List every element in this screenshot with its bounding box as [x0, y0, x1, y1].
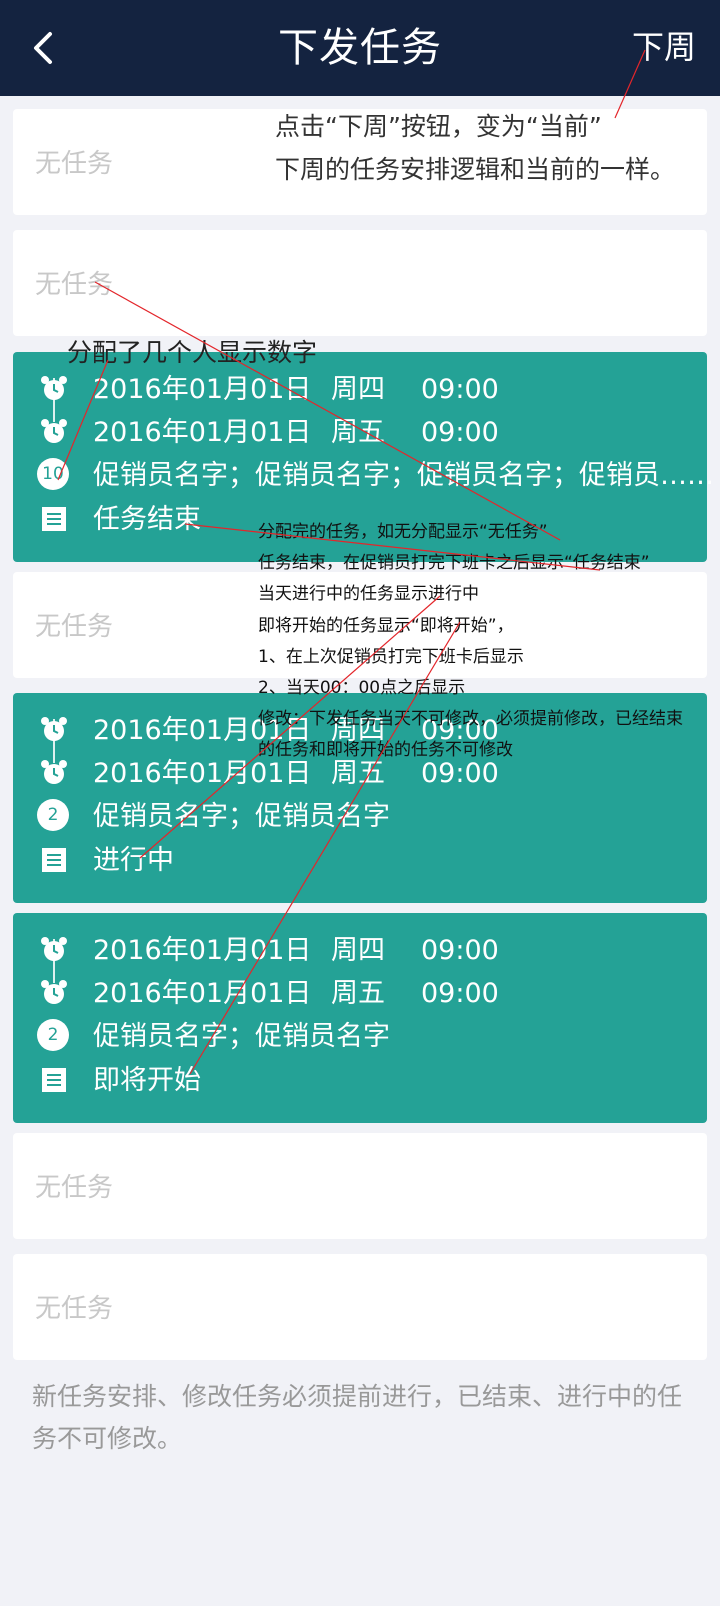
- promoter-names: 促销员名字；促销员名字: [93, 801, 390, 832]
- end-date: 2016年01月01日: [93, 417, 312, 448]
- task-start-row: 2016年01月01日 周四 09:00: [13, 929, 707, 973]
- annotation-next-week-1: 点击“下周”按钮，变为“当前”: [275, 112, 602, 141]
- annotation-rule: 即将开始的任务显示“即将开始”，: [258, 616, 514, 636]
- task-card-empty[interactable]: 无任务: [13, 1254, 707, 1360]
- top-bar: 下发任务 下周: [0, 0, 720, 96]
- start-weekday: 周四: [331, 374, 385, 405]
- empty-task-label: 无任务: [35, 149, 114, 179]
- alarm-clock-icon: [41, 937, 67, 961]
- task-status: 任务结束: [93, 504, 201, 535]
- promoter-names: 促销员名字；促销员名字: [93, 1021, 390, 1052]
- promoter-names: 促销员名字；促销员名字；促销员名字；促销员……: [93, 460, 714, 491]
- footer-note: 新任务安排、修改任务必须提前进行，已结束、进行中的任务不可修改。: [32, 1382, 683, 1453]
- annotation-rule: 分配完的任务，如无分配显示“无任务”: [258, 522, 548, 542]
- page-title: 下发任务: [278, 25, 442, 71]
- empty-task-label: 无任务: [35, 1173, 114, 1203]
- start-date: 2016年01月01日: [93, 935, 312, 966]
- next-week-button[interactable]: 下周: [632, 24, 696, 70]
- annotation-rule: 任务结束，在促销员打完下班卡之后显示“任务结束”: [258, 553, 650, 573]
- start-time: 09:00: [421, 374, 499, 405]
- task-end-row: 2016年01月01日 周五 09:00: [13, 972, 707, 1016]
- list-icon: [42, 1068, 66, 1092]
- alarm-clock-icon: [41, 760, 67, 784]
- end-time: 09:00: [421, 978, 499, 1009]
- alarm-clock-icon: [41, 980, 67, 1004]
- end-weekday: 周五: [331, 417, 385, 448]
- empty-task-label: 无任务: [35, 270, 114, 300]
- assigned-count-badge: 2: [37, 1019, 69, 1051]
- annotation-rule: 2、当天00：00点之后显示: [258, 678, 466, 698]
- task-end-row: 2016年01月01日 周五 09:00: [13, 411, 707, 455]
- annotation-rule: 当天进行中的任务显示进行中: [258, 584, 479, 604]
- end-date: 2016年01月01日: [93, 978, 312, 1009]
- list-icon: [42, 848, 66, 872]
- alarm-clock-icon: [41, 376, 67, 400]
- task-status: 即将开始: [93, 1065, 201, 1096]
- annotation-next-week-2: 下周的任务安排逻辑和当前的一样。: [275, 155, 676, 184]
- task-card-upcoming[interactable]: 2016年01月01日 周四 09:00 2016年01月01日 周五 09:0…: [13, 913, 707, 1123]
- task-promoters-row: 2 促销员名字；促销员名字: [13, 1015, 707, 1059]
- annotation-rule: 的任务和即将开始的任务不可修改: [258, 740, 513, 760]
- task-promoters-row: 2 促销员名字；促销员名字: [13, 795, 707, 839]
- start-time: 09:00: [421, 935, 499, 966]
- task-card-empty[interactable]: 无任务: [13, 1133, 707, 1239]
- list-icon: [42, 507, 66, 531]
- end-time: 09:00: [421, 417, 499, 448]
- task-promoters-row: 10 促销员名字；促销员名字；促销员名字；促销员……: [13, 454, 714, 498]
- start-weekday: 周四: [331, 935, 385, 966]
- annotation-rule: 修改：下发任务当天不可修改，必须提前修改，已经结束: [258, 709, 683, 729]
- task-start-row: 2016年01月01日 周四 09:00: [13, 368, 707, 412]
- assigned-count-badge: 2: [37, 799, 69, 831]
- alarm-clock-icon: [41, 717, 67, 741]
- empty-task-label: 无任务: [35, 612, 114, 642]
- empty-task-label: 无任务: [35, 1294, 114, 1324]
- annotation-count: 分配了几个人显示数字: [67, 338, 318, 367]
- task-status-row: 即将开始: [13, 1059, 707, 1103]
- task-card-empty[interactable]: 无任务: [13, 230, 707, 336]
- assigned-count-badge: 10: [37, 458, 69, 490]
- alarm-clock-icon: [41, 419, 67, 443]
- task-status-row: 进行中: [13, 839, 707, 883]
- annotation-rule: 1、在上次促销员打完下班卡后显示: [258, 647, 524, 667]
- end-weekday: 周五: [331, 978, 385, 1009]
- start-date: 2016年01月01日: [93, 374, 312, 405]
- task-status: 进行中: [93, 845, 174, 876]
